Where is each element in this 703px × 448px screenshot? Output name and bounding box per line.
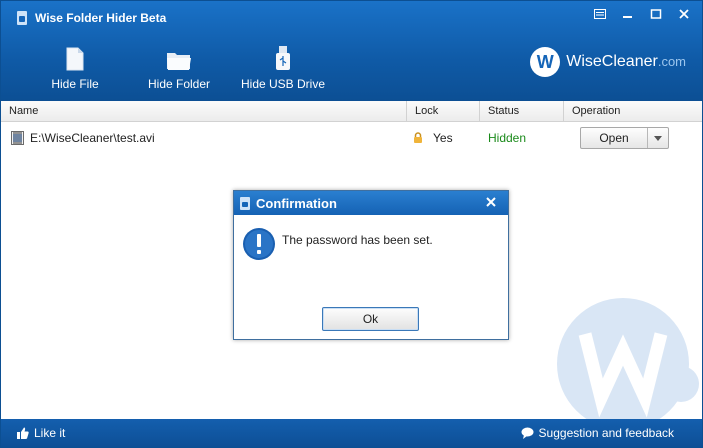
hide-file-label: Hide File — [51, 77, 99, 91]
hide-usb-button[interactable]: Hide USB Drive — [231, 45, 335, 91]
feedback-label: Suggestion and feedback — [538, 426, 674, 440]
hide-folder-button[interactable]: Hide Folder — [127, 45, 231, 91]
app-logo-icon — [17, 11, 27, 25]
dialog-title-bar: Confirmation — [234, 191, 508, 215]
toolbar: Hide File Hide Folder Hide USB Drive — [23, 45, 335, 91]
maximize-icon[interactable] — [644, 5, 668, 23]
table-header: Name Lock Status Operation — [1, 101, 702, 122]
dialog-body: The password has been set. Ok — [234, 215, 508, 339]
chevron-down-icon[interactable] — [648, 128, 668, 148]
status-cell: Hidden — [480, 125, 564, 151]
operation-cell: Open — [564, 125, 702, 151]
menu-icon[interactable] — [588, 5, 612, 23]
column-header-status[interactable]: Status — [480, 101, 564, 121]
like-it-link[interactable]: Like it — [17, 426, 65, 440]
like-it-label: Like it — [34, 426, 66, 440]
file-path: E:\WiseCleaner\test.avi — [30, 131, 155, 145]
lock-cell: Yes — [407, 125, 480, 151]
video-file-icon — [11, 131, 24, 145]
usb-drive-icon — [276, 46, 290, 70]
dialog-message: The password has been set. — [282, 233, 433, 247]
column-header-lock[interactable]: Lock — [407, 101, 480, 121]
window-title: Wise Folder Hider Beta — [35, 11, 167, 25]
column-header-name[interactable]: Name — [1, 101, 407, 121]
info-exclamation-icon — [243, 228, 275, 260]
app-logo-icon — [240, 196, 250, 210]
table-row[interactable]: E:\WiseCleaner\test.avi Yes Hidden Open — [1, 125, 702, 151]
hide-folder-label: Hide Folder — [147, 77, 211, 91]
brand-circle-icon: W — [530, 47, 561, 77]
folder-icon — [167, 53, 191, 70]
dialog-close-icon[interactable] — [482, 194, 500, 210]
dialog-title: Confirmation — [256, 195, 337, 211]
title-bar: Wise Folder Hider Beta — [15, 10, 166, 26]
lock-icon[interactable] — [413, 132, 423, 144]
brand-text: WiseCleaner.com — [566, 53, 686, 70]
status-value: Hidden — [488, 131, 527, 145]
name-cell: E:\WiseCleaner\test.avi — [1, 125, 407, 151]
column-header-operation[interactable]: Operation — [564, 101, 702, 121]
feedback-link[interactable]: Suggestion and feedback — [521, 426, 674, 440]
app-window: Wise Folder Hider Beta Hide File Hide Fo… — [0, 0, 703, 448]
file-icon — [66, 47, 84, 71]
header-bar: Wise Folder Hider Beta Hide File Hide Fo… — [1, 1, 702, 101]
lock-value: Yes — [433, 131, 453, 145]
close-icon[interactable] — [672, 5, 696, 23]
open-button[interactable]: Open — [581, 128, 648, 148]
ok-button[interactable]: Ok — [322, 307, 419, 331]
footer-bar: Like it Suggestion and feedback — [1, 419, 702, 447]
minimize-icon[interactable] — [616, 5, 640, 23]
confirmation-dialog: Confirmation The password has been set. … — [233, 190, 509, 340]
window-controls — [588, 5, 696, 23]
wisecleaner-logo[interactable]: W WiseCleaner.com — [530, 47, 686, 77]
hide-usb-label: Hide USB Drive — [240, 77, 326, 91]
hide-file-button[interactable]: Hide File — [23, 45, 127, 91]
speech-bubble-icon — [521, 427, 534, 439]
thumbs-up-icon — [17, 427, 29, 439]
open-split-button: Open — [580, 127, 669, 149]
